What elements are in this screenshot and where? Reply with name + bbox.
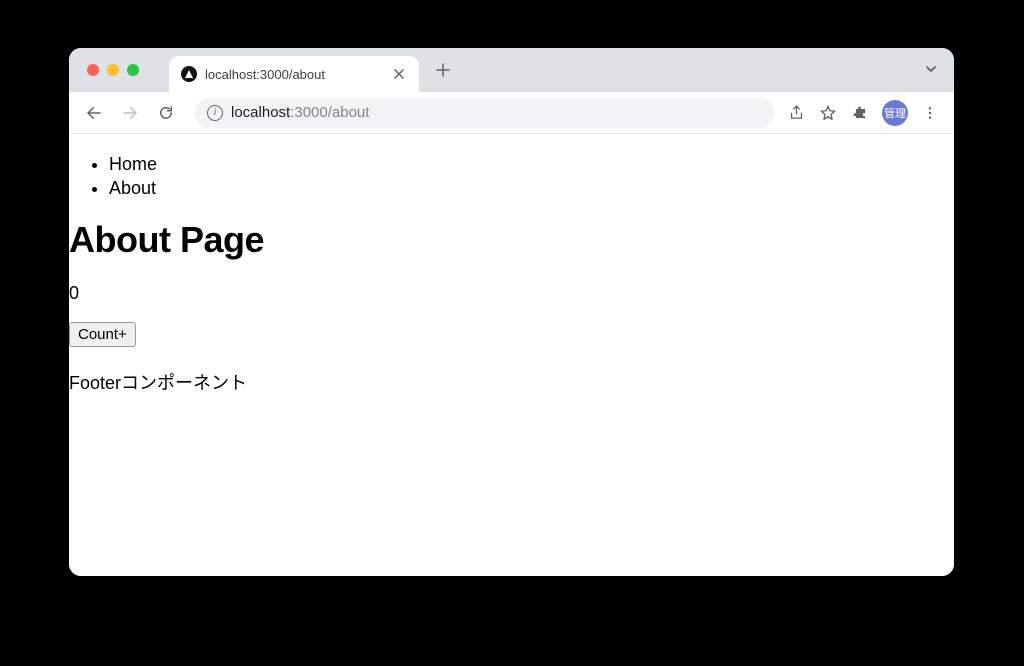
- favicon-icon: [181, 66, 197, 82]
- kebab-menu-icon[interactable]: [922, 105, 938, 121]
- site-info-icon[interactable]: i: [207, 105, 223, 121]
- tab-strip: localhost:3000/about: [69, 48, 954, 92]
- close-window-button[interactable]: [87, 64, 99, 76]
- forward-button[interactable]: [115, 98, 145, 128]
- minimize-window-button[interactable]: [107, 64, 119, 76]
- reload-button[interactable]: [151, 98, 181, 128]
- count-button[interactable]: Count+: [69, 322, 136, 347]
- window-controls: [69, 64, 139, 76]
- counter-value: 0: [69, 283, 954, 304]
- new-tab-button[interactable]: [429, 56, 457, 84]
- url-host: localhost: [231, 104, 290, 121]
- close-tab-button[interactable]: [391, 66, 407, 82]
- chevron-down-icon[interactable]: [924, 62, 938, 81]
- browser-tab[interactable]: localhost:3000/about: [169, 56, 419, 92]
- page-body: Home About About Page 0 Count+ Footerコンポ…: [69, 152, 954, 395]
- url-path: :3000/about: [290, 104, 369, 121]
- share-icon[interactable]: [788, 104, 805, 121]
- page-viewport: Home About About Page 0 Count+ Footerコンポ…: [69, 134, 954, 576]
- profile-avatar[interactable]: 管理: [882, 100, 908, 126]
- tab-title: localhost:3000/about: [205, 67, 383, 82]
- browser-window: localhost:3000/about i localhost:3000/ab…: [69, 48, 954, 576]
- nav-list: Home About: [69, 152, 954, 201]
- toolbar-actions: 管理: [788, 100, 944, 126]
- browser-toolbar: i localhost:3000/about 管理: [69, 92, 954, 134]
- bookmark-star-icon[interactable]: [819, 104, 837, 122]
- back-button[interactable]: [79, 98, 109, 128]
- nav-link-home[interactable]: Home: [109, 152, 954, 176]
- address-bar[interactable]: i localhost:3000/about: [195, 98, 774, 128]
- extensions-icon[interactable]: [851, 104, 868, 121]
- page-title: About Page: [69, 219, 954, 261]
- footer-text: Footerコンポーネント: [69, 369, 954, 395]
- nav-link-about[interactable]: About: [109, 176, 954, 200]
- url-text: localhost:3000/about: [231, 104, 369, 121]
- maximize-window-button[interactable]: [127, 64, 139, 76]
